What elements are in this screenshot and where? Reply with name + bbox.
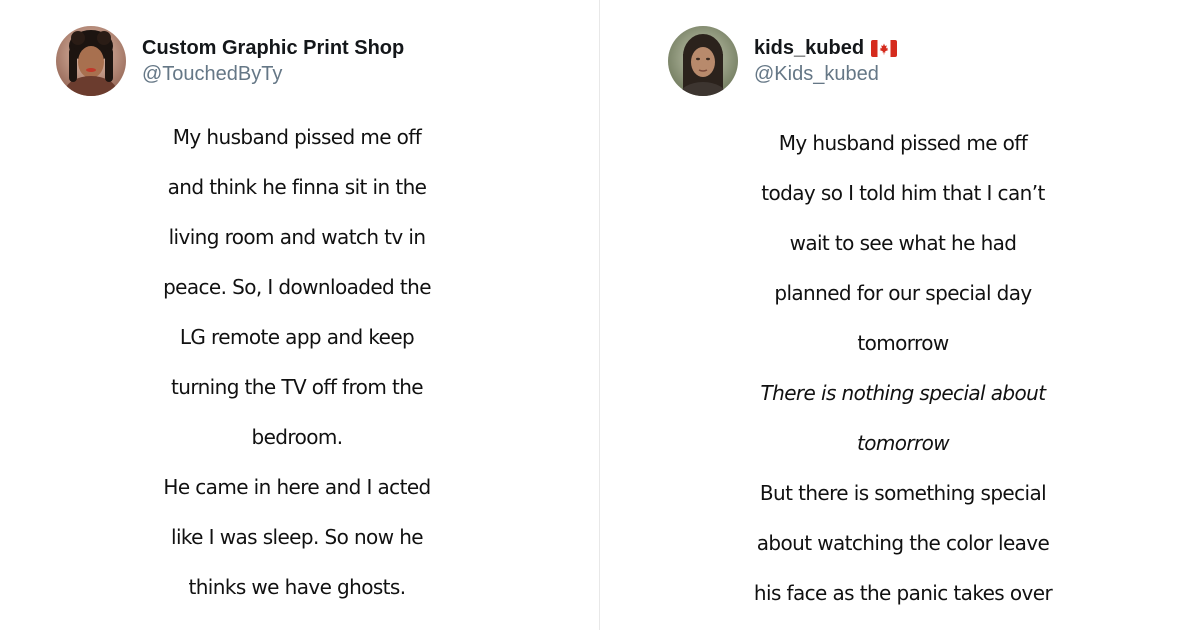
tweet-line: like I was sleep. So now he — [171, 525, 424, 549]
user-handle[interactable]: @Kids_kubed — [754, 61, 897, 87]
profile-photo-avatar-icon — [668, 26, 738, 96]
user-handle[interactable]: @TouchedByTy — [142, 61, 404, 87]
tweet-line: thinks we have ghosts. — [188, 575, 406, 599]
tweet-line: My husband pissed me off — [172, 125, 422, 149]
profile-photo-avatar-icon — [56, 26, 126, 96]
tweet-line: peace. So, I downloaded the — [163, 275, 431, 299]
tweet-line: living room and watch tv in — [168, 225, 426, 249]
tweet-line: planned for our special day — [774, 281, 1032, 305]
tweet-line: and think he finna sit in the — [167, 175, 427, 199]
divider-line — [599, 0, 600, 630]
tweet-line: My husband pissed me off — [778, 131, 1028, 155]
tweet-line: bedroom. — [251, 425, 344, 449]
tweet-header: Custom Graphic Print Shop @TouchedByTy — [56, 26, 404, 96]
tweet-author: Custom Graphic Print Shop @TouchedByTy — [142, 35, 404, 87]
tweet-line-italic: tomorrow — [856, 431, 950, 455]
tweet-line: wait to see what he had — [789, 231, 1017, 255]
tweet-line: about watching the color leave — [756, 531, 1050, 555]
display-name-text: kids_kubed — [754, 37, 865, 59]
avatar[interactable] — [56, 26, 126, 96]
avatar[interactable] — [668, 26, 738, 96]
tweet-line: turning the TV off from the — [171, 375, 424, 399]
canada-flag-icon — [871, 39, 898, 57]
display-name-text: Custom Graphic Print Shop — [142, 37, 405, 59]
tweet-line: his face as the panic takes over — [753, 581, 1053, 605]
panel-divider — [594, 0, 606, 630]
tweet-card-touchedbyty: Custom Graphic Print Shop @TouchedByTy M… — [0, 0, 594, 630]
display-name[interactable]: Custom Graphic Print Shop — [142, 35, 404, 61]
tweet-line: But there is something special — [759, 481, 1047, 505]
tweet-card-kids-kubed: kids_kubed @Kids_kubed My husband pissed… — [606, 0, 1200, 630]
tweet-header: kids_kubed @Kids_kubed — [668, 26, 898, 96]
tweet-line: He came in here and I acted — [163, 475, 431, 499]
tweet-line: tomorrow — [857, 331, 949, 355]
tweet-line: today so I told him that I can’t — [761, 181, 1045, 205]
tweet-line-italic: There is nothing special about — [760, 381, 1047, 405]
tweet-author: kids_kubed @Kids_kubed — [754, 35, 898, 87]
tweet-text: My husband pissed me off and think he fi… — [0, 112, 594, 612]
tweet-line: LG remote app and keep — [179, 325, 415, 349]
tweet-text: My husband pissed me off today so I told… — [606, 118, 1200, 618]
display-name[interactable]: kids_kubed — [754, 35, 898, 61]
